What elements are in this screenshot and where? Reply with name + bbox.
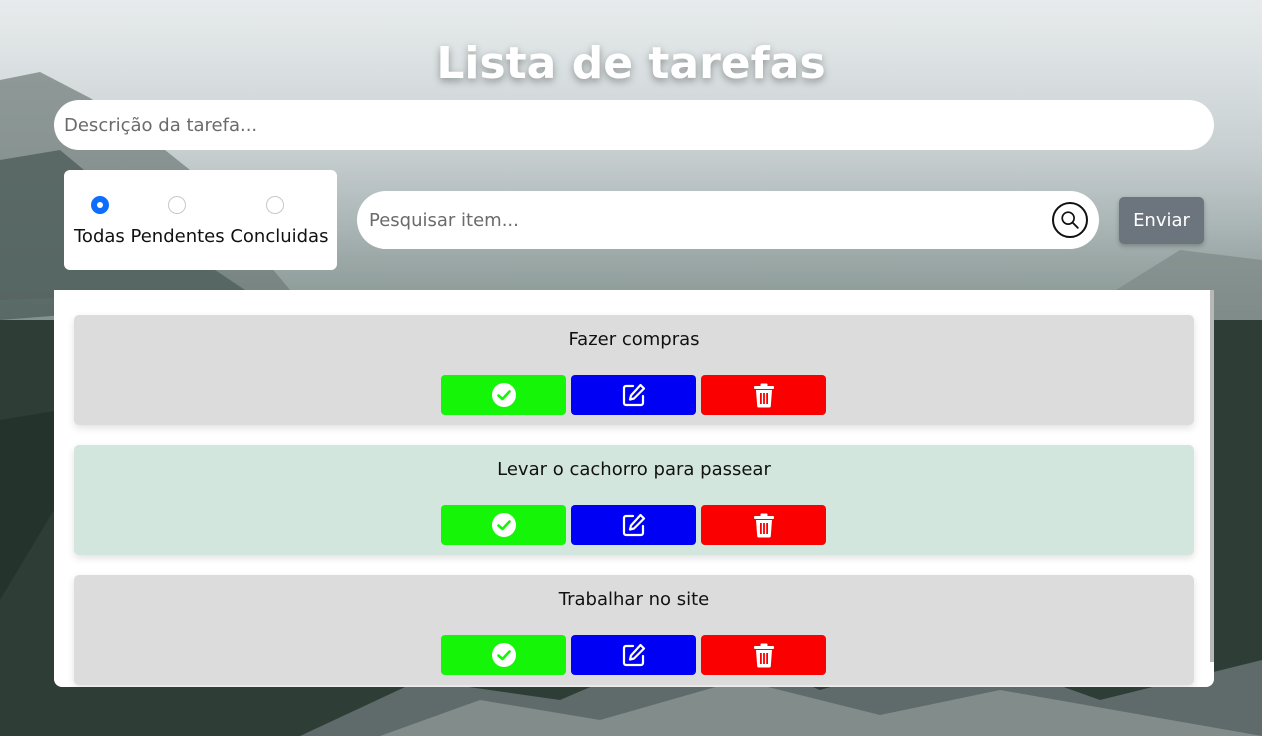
task-actions	[441, 635, 826, 675]
page-title: Lista de tarefas	[436, 38, 826, 89]
scrollbar[interactable]	[1210, 290, 1214, 662]
delete-task-button[interactable]	[701, 635, 826, 675]
task-title: Levar o cachorro para passear	[497, 459, 771, 480]
filter-labels: Todas Pendentes Concluidas	[74, 226, 329, 247]
task-item: Fazer compras	[74, 315, 1194, 425]
trash-icon	[753, 513, 774, 538]
filter-radio-pendentes[interactable]	[168, 196, 186, 214]
edit-task-button[interactable]	[571, 635, 696, 675]
check-circle-icon	[491, 383, 516, 407]
edit-icon	[622, 383, 645, 407]
trash-icon	[753, 643, 774, 668]
task-actions	[441, 505, 826, 545]
edit-icon	[622, 643, 645, 667]
complete-task-button[interactable]	[441, 505, 566, 545]
task-item: Levar o cachorro para passear	[74, 445, 1194, 555]
edit-task-button[interactable]	[571, 375, 696, 415]
task-actions	[441, 375, 826, 415]
delete-task-button[interactable]	[701, 375, 826, 415]
task-item: Trabalhar no site	[74, 575, 1194, 685]
search-button[interactable]	[1052, 202, 1088, 238]
edit-icon	[622, 513, 645, 537]
status-filter-group: Todas Pendentes Concluidas	[64, 170, 337, 270]
filter-radio-todas[interactable]	[91, 196, 109, 214]
task-list: Fazer compras Levar o cachorro para pass…	[54, 290, 1214, 687]
delete-task-button[interactable]	[701, 505, 826, 545]
edit-task-button[interactable]	[571, 505, 696, 545]
complete-task-button[interactable]	[441, 635, 566, 675]
task-description-input[interactable]	[54, 100, 1214, 150]
search-icon	[1061, 211, 1079, 229]
task-title: Fazer compras	[568, 329, 700, 350]
search-input[interactable]	[369, 191, 1039, 249]
search-bar	[357, 191, 1099, 249]
send-button[interactable]: Enviar	[1119, 197, 1204, 244]
trash-icon	[753, 383, 774, 408]
task-title: Trabalhar no site	[558, 589, 710, 610]
check-circle-icon	[491, 513, 516, 537]
check-circle-icon	[491, 643, 516, 667]
complete-task-button[interactable]	[441, 375, 566, 415]
filter-radio-concluidas[interactable]	[266, 196, 284, 214]
